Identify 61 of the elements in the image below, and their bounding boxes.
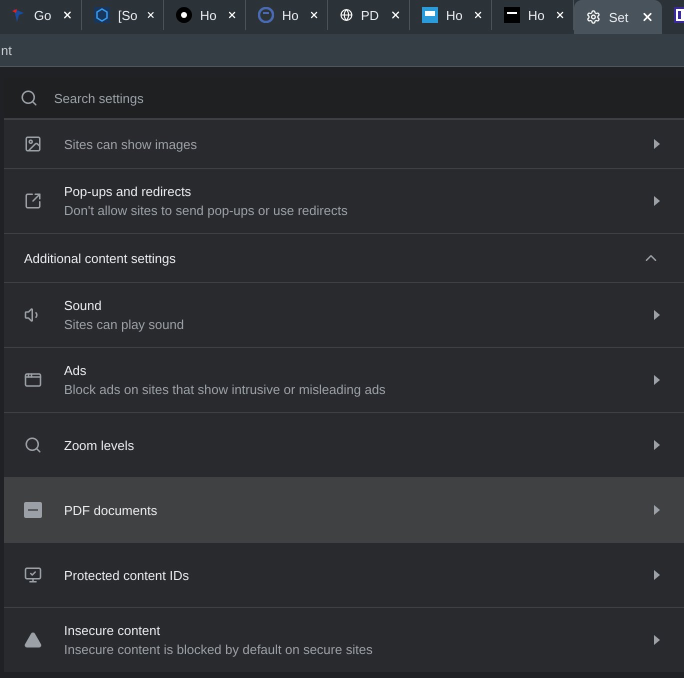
browser-tab[interactable]: Ho	[246, 0, 328, 30]
row-subtitle: Insecure content is blocked by default on secure sites	[64, 642, 374, 657]
browser-tab[interactable]: PD	[328, 0, 410, 30]
arrow-icon	[654, 505, 660, 515]
browser-tab[interactable]: Ho	[410, 0, 492, 30]
image-icon	[24, 135, 42, 153]
tab-title: Ho	[446, 8, 464, 22]
hexagon-icon	[94, 7, 110, 23]
row-title: Protected content IDs	[64, 568, 190, 582]
row-title: Ads	[64, 363, 88, 378]
browser-tab[interactable]: [So	[82, 0, 164, 30]
settings-row[interactable]: Sites can show images	[4, 119, 684, 168]
settings-icon	[586, 9, 601, 25]
browser-tab[interactable]: Set	[574, 0, 662, 34]
settings-row[interactable]: Protected content IDs	[4, 542, 684, 607]
row-subtitle: Sites can play sound	[64, 317, 185, 332]
row-title: Insecure content	[64, 623, 162, 638]
row-subtitle: Block ads on sites that show intrusive or misleading ads	[64, 382, 387, 397]
tab-title: Go	[34, 8, 52, 22]
arrow-icon	[654, 635, 660, 645]
browser-tab[interactable]: Go	[0, 0, 82, 30]
arrow-icon	[654, 196, 660, 206]
search-input[interactable]: Search settings	[52, 90, 684, 106]
settings-row[interactable]: Insecure content Insecure content is blocked by default on secure sites	[4, 607, 684, 672]
settings-row[interactable]: Pop-ups and redirects Don't allow sites to send pop-ups or use redirects	[4, 168, 684, 233]
globe-icon	[340, 7, 353, 23]
settings-row[interactable]: PDF documents	[4, 477, 684, 542]
tab-title: Ho	[282, 8, 300, 22]
tab-title: [So	[118, 8, 138, 22]
arrow-icon	[654, 375, 660, 385]
row-subtitle: Sites can show images	[64, 136, 198, 152]
settings-row[interactable]: Ads Block ads on sites that show intrusive or misleading ads	[4, 347, 684, 412]
external-link-icon	[24, 192, 42, 210]
settings-row[interactable]: Sound Sites can play sound	[4, 282, 684, 347]
square-icon	[422, 7, 438, 23]
circle-icon	[176, 7, 192, 23]
arrow-icon	[654, 570, 660, 580]
close-icon[interactable]	[641, 10, 654, 24]
row-title: PDF documents	[64, 502, 158, 518]
tab-title: PD	[360, 8, 380, 22]
window-icon	[24, 371, 42, 389]
warning-icon	[24, 631, 42, 649]
arrow-icon	[654, 440, 660, 450]
tab-title: Set	[608, 10, 630, 24]
row-subtitle: Don't allow sites to send pop-ups or use redirects	[64, 203, 349, 218]
arrow-icon	[654, 139, 660, 149]
browser-tab[interactable]: Ho	[164, 0, 246, 30]
arrow-icon	[654, 310, 660, 320]
address-bar[interactable]: nt	[0, 34, 684, 67]
row-title: Pop-ups and redirects	[64, 184, 192, 199]
row-title: Sound	[64, 298, 103, 313]
browser-tab[interactable]: Ho	[492, 0, 574, 30]
tab-title: Ho	[200, 8, 218, 22]
search-icon	[24, 436, 42, 454]
row-title: Zoom levels	[64, 438, 136, 452]
document-icon	[24, 502, 42, 518]
section-header[interactable]: Additional content settings	[4, 233, 684, 282]
square-icon	[504, 7, 520, 23]
search-icon	[20, 89, 38, 107]
monitor-check-icon	[24, 566, 42, 584]
tab-title: Ho	[528, 8, 546, 22]
